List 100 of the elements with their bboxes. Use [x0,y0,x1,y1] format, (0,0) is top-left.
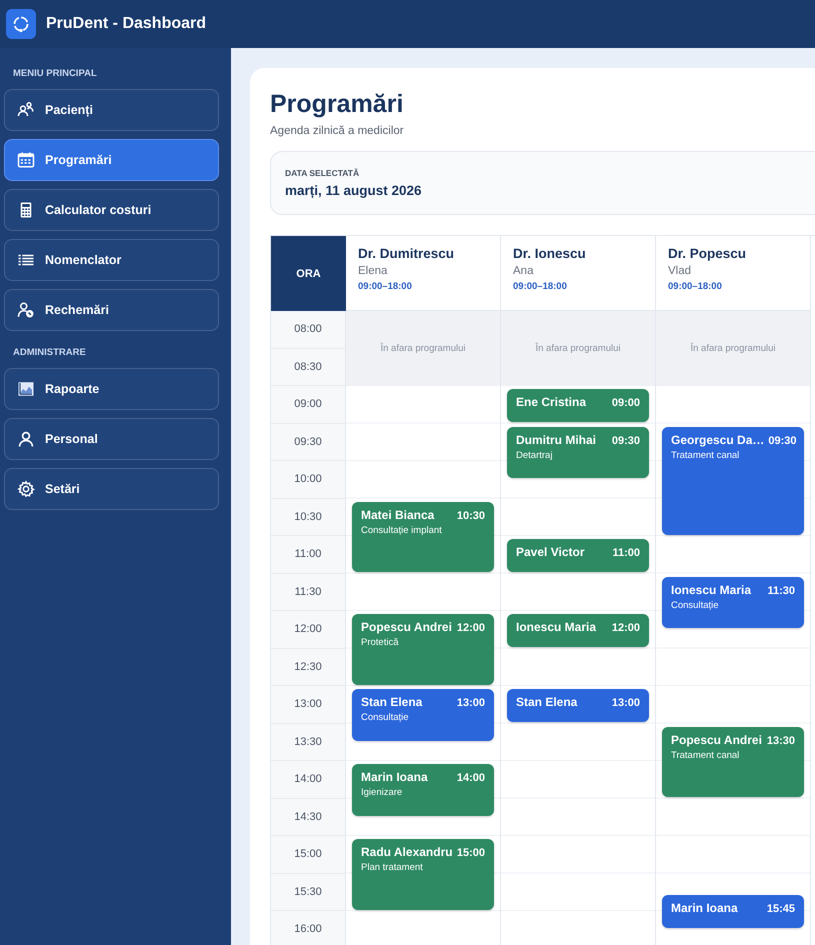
sidebar-item-icon [17,430,35,448]
time-slot-label: 16:00 [271,911,346,945]
patient-name: Georgescu Da… [671,432,764,446]
appointment-card[interactable]: Ene Cristina 09:00 [507,389,649,422]
appointment-card[interactable]: Marin Ioana 15:45 [662,895,804,928]
time-slot-label: 09:00 [271,386,346,424]
patient-name: Marin Ioana [361,770,428,784]
doctor-hours: 09:00–18:00 [668,281,723,292]
appointment-time: 11:00 [612,547,640,559]
appointment-service: Plan tratament [361,862,424,873]
sidebar-item[interactable]: Nomenclator [4,239,219,281]
appointment-card[interactable]: Popescu Andrei 12:00 Protetică [352,614,494,684]
time-slot-label: 15:30 [271,874,346,911]
time-slot-label: 11:00 [271,536,346,574]
appointment-time: 09:00 [612,397,640,409]
time-slot-label: 08:30 [271,348,346,386]
appointment-time: 09:30 [768,434,797,446]
time-slot-label: 11:30 [271,574,346,611]
sidebar-item[interactable]: Personal [4,418,219,460]
sidebar-item-icon [17,480,35,498]
appointment-service: Tratament canal [671,450,740,460]
app-logo-icon [6,9,36,39]
appointment-time: 15:45 [766,903,795,916]
patient-name: Dumitru Mihai [516,432,596,446]
appointment-card[interactable]: Matei Bianca 10:30 Consultație implant [352,502,494,572]
appointment-service: Consultație [671,600,720,610]
sidebar-item[interactable]: Rapoarte [4,368,219,410]
doctor-first-name: Ana [513,265,534,277]
time-slot-label: 13:00 [271,686,346,724]
patient-name: Pavel Victor [516,545,584,559]
page-title: Programări [270,90,404,119]
sidebar-item[interactable]: Rechemări [4,289,219,331]
appointment-time: 10:30 [456,510,485,522]
app-title: PruDent - Dashboard [46,15,206,33]
sidebar-item-icon [17,101,35,119]
appointment-time: 13:00 [612,697,640,709]
patient-name: Ene Cristina [516,395,586,409]
time-slot-label: 08:00 [271,311,346,348]
sidebar-section-label: MENIU PRINCIPAL [13,68,98,79]
appointment-card[interactable]: Popescu Andrei 13:30 Tratament canal [662,726,804,797]
doctor-first-name: Elena [358,265,388,277]
sidebar-item-icon [17,151,35,169]
appointment-time: 11:30 [767,584,795,596]
time-column-header: ORA [271,236,346,311]
patient-name: Radu Alexandru [361,845,453,859]
doctor-name: Dr. Popescu [668,246,748,261]
sidebar-section-label: ADMINISTRARE [13,347,87,358]
appointment-service: Consultație [361,712,410,723]
patient-name: Ionescu Maria [516,620,596,634]
appointment-service: Igienizare [361,787,404,798]
doctor-hours: 09:00–18:00 [358,281,413,292]
sidebar-item[interactable]: Calculator costuri [4,189,219,231]
appointment-time: 12:00 [612,622,640,634]
patient-name: Ionescu Maria [671,582,752,596]
patient-name: Marin Ioana [671,901,738,916]
sidebar-item-icon [17,301,35,319]
patient-name: Popescu Andrei [671,732,762,746]
selected-date: marți, 11 august 2026 [285,183,423,198]
sidebar-item[interactable]: Setări [4,468,219,510]
appointment-card[interactable]: Ionescu Maria 11:30 Consultație [662,576,804,628]
doctor-first-name: Vlad [668,265,692,277]
time-slot-label: 12:30 [271,648,346,686]
appointment-card[interactable]: Georgescu Da… 09:30 Tratament canal [662,426,804,534]
time-slot-label: 10:00 [271,461,346,498]
patient-name: Stan Elena [361,695,422,709]
page-subtitle: Agenda zilnică a medicilor [270,125,405,137]
appointment-card[interactable]: Ionescu Maria 12:00 [507,614,649,647]
time-slot-label: 09:30 [271,424,346,461]
appointment-time: 12:00 [456,622,485,634]
appointment-service: Tratament canal [671,750,740,760]
time-slot-label: 13:30 [271,724,346,761]
sidebar-item[interactable]: Pacienți [4,89,219,131]
doctor-hours: 09:00–18:00 [513,281,568,292]
appointment-card[interactable]: Stan Elena 13:00 [507,689,649,722]
appointment-card[interactable]: Stan Elena 13:00 Consultație [352,689,494,741]
appointment-time: 14:00 [456,772,485,784]
patient-name: Matei Bianca [361,508,434,522]
doctor-name: Dr. Ionescu [513,246,587,261]
appointment-time: 13:00 [456,697,485,709]
appointment-time: 09:30 [612,434,640,446]
out-of-hours-label: În afara programului [380,343,466,354]
appointment-service: Detartraj [516,450,554,460]
appointment-service: Consultație implant [361,524,443,536]
appointment-time: 13:30 [766,734,795,746]
appointment-card[interactable]: Dumitru Mihai 09:30 Detartraj [507,426,649,478]
time-slot-label: 14:30 [271,798,346,836]
out-of-hours-label: În afara programului [690,343,776,354]
time-slot-label: 12:00 [271,611,346,648]
time-slot-label: 15:00 [271,836,346,874]
sidebar-item[interactable]: Programări [4,139,219,181]
doctor-name: Dr. Dumitrescu [358,246,456,261]
date-label: DATA SELECTATĂ [285,168,360,178]
out-of-hours-label: În afara programului [535,343,621,354]
patient-name: Stan Elena [516,695,578,709]
time-slot-label: 10:30 [271,498,346,536]
appointment-card[interactable]: Radu Alexandru 15:00 Plan tratament [352,839,494,910]
appointment-time: 15:00 [456,847,485,859]
sidebar-item-icon [17,380,35,398]
appointment-card[interactable]: Pavel Victor 11:00 [507,539,649,572]
appointment-card[interactable]: Marin Ioana 14:00 Igienizare [352,764,494,816]
